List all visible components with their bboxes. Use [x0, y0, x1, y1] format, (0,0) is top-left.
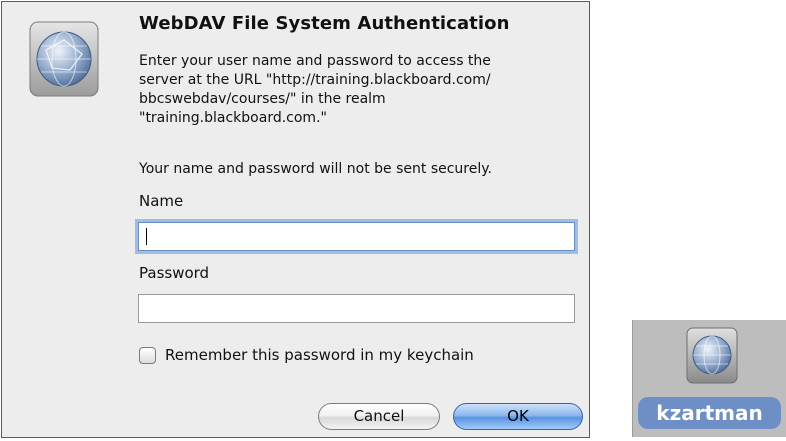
security-warning: Your name and password will not be sent …	[139, 161, 492, 177]
password-label: Password	[139, 264, 210, 282]
password-field[interactable]	[138, 294, 575, 323]
name-field[interactable]	[138, 222, 575, 251]
cancel-button[interactable]: Cancel	[318, 403, 440, 430]
user-label[interactable]: kzartman	[638, 397, 781, 429]
network-drive-icon	[686, 327, 738, 384]
authentication-dialog: WebDAV File System Authentication Enter …	[1, 1, 590, 438]
dialog-title: WebDAV File System Authentication	[139, 13, 510, 34]
network-globe-icon	[29, 21, 99, 97]
text-caret	[146, 228, 147, 245]
dialog-message: Enter your user name and password to acc…	[139, 53, 491, 126]
remember-label[interactable]: Remember this password in my keychain	[165, 346, 474, 364]
name-label: Name	[139, 192, 184, 210]
desktop-user-item[interactable]: kzartman	[632, 320, 786, 437]
ok-button[interactable]: OK	[453, 403, 583, 430]
remember-checkbox[interactable]	[139, 347, 156, 364]
